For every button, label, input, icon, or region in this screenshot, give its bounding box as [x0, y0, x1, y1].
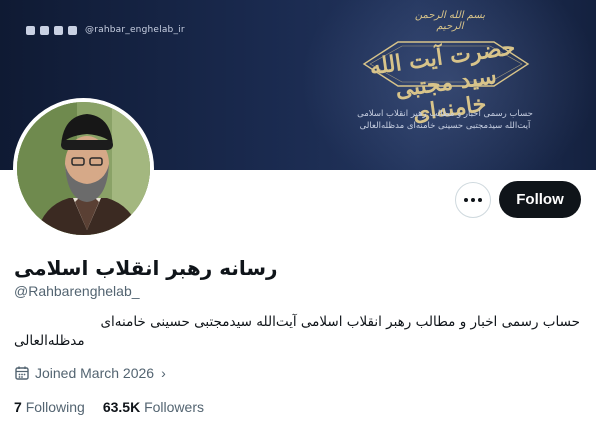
joined-text: Joined March 2026 [35, 365, 155, 381]
banner-description: حساب رسمی اخبار و مطالب رهبر انقلاب اسلا… [340, 108, 550, 132]
bio-line-2: مدظله‌العالی [14, 333, 85, 349]
followers-link[interactable]: 63.5K Followers [103, 399, 204, 415]
joined-date[interactable]: Joined March 2026 › [14, 365, 166, 381]
avatar[interactable] [13, 98, 154, 239]
following-count: 7 [14, 399, 22, 415]
follow-stats: 7 Following 63.5K Followers [14, 399, 204, 415]
more-options-button[interactable] [455, 182, 491, 218]
following-label: Following [25, 399, 85, 415]
banner-calligraphy: حضرت آیت الله سید مجتبی خامنه‌ای [358, 30, 534, 127]
banner-desc-line1: حساب رسمی اخبار و مطالب رهبر انقلاب اسلا… [357, 109, 533, 119]
instagram-icon [26, 25, 35, 35]
banner-desc-line2: آیت‌الله سیدمجتبی حسینی خامنه‌ای مدظله‌ا… [359, 121, 531, 131]
more-dot [464, 198, 468, 202]
avatar-photo [17, 102, 150, 235]
eitaa-icon [54, 25, 63, 35]
following-link[interactable]: 7 Following [14, 399, 85, 415]
followers-label: Followers [144, 399, 204, 415]
bio-line-1: حساب رسمی اخبار و مطالب رهبر انقلاب اسلا… [100, 314, 580, 330]
banner-social-row: @rahbar_enghelab_ir [26, 25, 185, 35]
bio: حساب رسمی اخبار و مطالب رهبر انقلاب اسلا… [14, 312, 580, 333]
telegram-icon [40, 25, 49, 35]
banner-basmala: بسم الله الرحمن الرحيم [414, 10, 486, 32]
banner-handle: @rahbar_enghelab_ir [85, 25, 185, 35]
username: @Rahbarenghelab_ [14, 283, 140, 299]
followers-count: 63.5K [102, 399, 141, 415]
web-icon [68, 25, 77, 35]
display-name: رسانه رهبر انقلاب اسلامی [14, 256, 278, 280]
follow-button[interactable]: Follow [499, 181, 581, 218]
calendar-icon [15, 366, 29, 380]
chevron-right-icon: › [161, 365, 166, 381]
more-dot [478, 198, 482, 202]
more-dot [471, 198, 475, 202]
